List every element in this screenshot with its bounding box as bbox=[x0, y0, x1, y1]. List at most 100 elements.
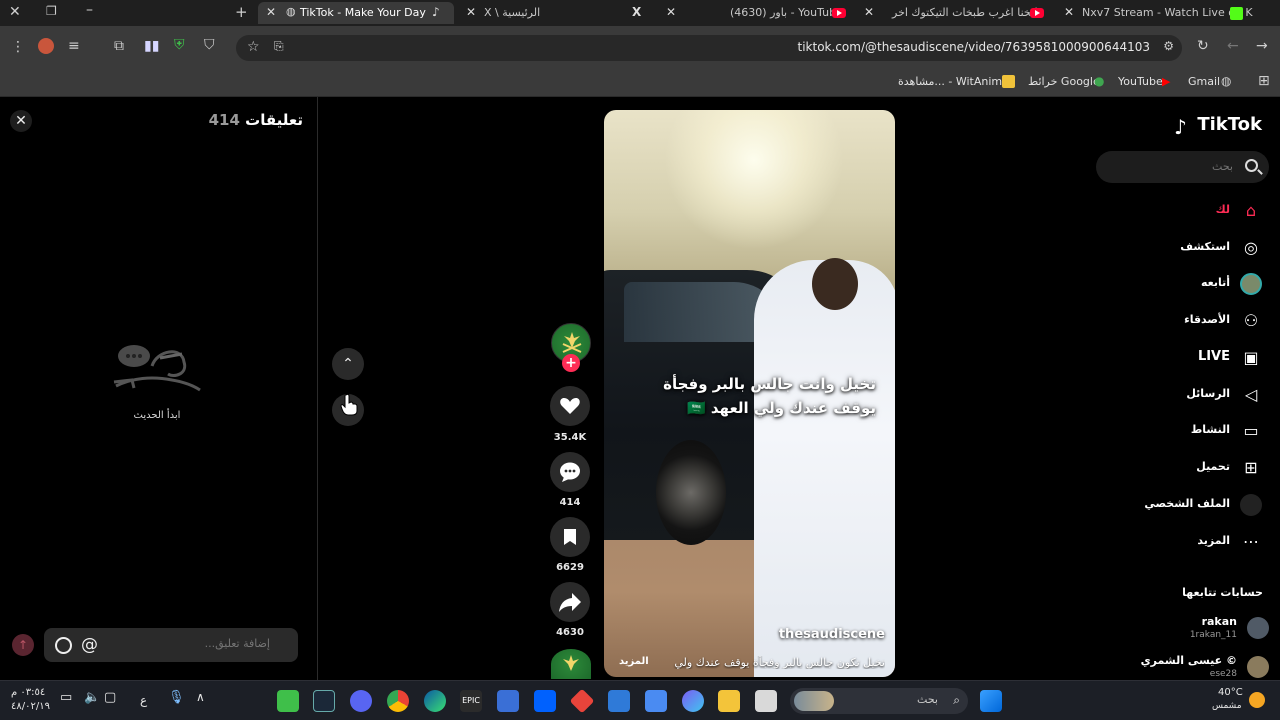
microphone-icon[interactable]: 🎙 bbox=[168, 690, 190, 712]
shield-icon[interactable]: ⛉ bbox=[204, 37, 215, 53]
tiktok-logo[interactable]: TikTok bbox=[1197, 114, 1262, 135]
address-bar[interactable]: ☆ ⎘ tiktok.com/@thesaudiscene/video/7639… bbox=[236, 35, 1182, 61]
save-button[interactable] bbox=[550, 517, 590, 557]
nav-profile[interactable]: الملف الشخصي bbox=[1094, 491, 1264, 521]
reload-icon[interactable]: ↻ bbox=[1197, 38, 1209, 54]
close-comments-button[interactable]: ✕ bbox=[10, 110, 32, 132]
close-tab-icon[interactable]: ✕ bbox=[1064, 5, 1074, 19]
nav-label: تحميل bbox=[1196, 460, 1230, 473]
back-icon[interactable]: → bbox=[1256, 38, 1268, 54]
previous-video-button[interactable]: ⌃ bbox=[332, 348, 364, 380]
search-input[interactable] bbox=[1113, 160, 1233, 173]
nav-for-you[interactable]: ⌂ لك bbox=[1094, 197, 1264, 227]
extensions-puzzle-icon[interactable]: ⧉ bbox=[114, 38, 124, 54]
comment-button[interactable] bbox=[550, 452, 590, 492]
weather-temp[interactable]: 40°C bbox=[1218, 687, 1243, 698]
youtube-favicon-icon bbox=[1030, 8, 1044, 18]
discord-icon[interactable] bbox=[350, 690, 372, 712]
like-button[interactable] bbox=[550, 386, 590, 426]
minimize-window-icon[interactable]: – bbox=[86, 2, 93, 18]
restore-window-icon[interactable]: ❐ bbox=[46, 4, 57, 18]
tab-tiktok[interactable]: ✕ TikTok - Make Your Day ◍ ♪ bbox=[258, 2, 454, 24]
app-icon[interactable] bbox=[569, 688, 595, 714]
menu-dots-icon[interactable]: ⋮ bbox=[11, 39, 25, 55]
tab-title: (4630) باور - YouTube bbox=[730, 6, 843, 19]
tab-x[interactable]: ✕ X \ الرئيسية X bbox=[458, 2, 654, 24]
taskbar-search[interactable]: بحث ⌕ bbox=[790, 688, 968, 714]
extension-icon[interactable] bbox=[38, 38, 54, 54]
video-player[interactable]: تخيل وانت جالس بالبر وفجأة يوقف عندك ولي… bbox=[604, 110, 895, 677]
comments-title-label: تعليقات bbox=[245, 111, 303, 129]
follow-button[interactable]: + bbox=[562, 354, 580, 372]
file-explorer-icon[interactable] bbox=[718, 690, 740, 712]
share-button[interactable] bbox=[550, 582, 590, 622]
emoji-icon[interactable] bbox=[55, 637, 72, 654]
bookmark-youtube[interactable]: YouTube bbox=[1118, 75, 1163, 88]
tab-youtube-2[interactable]: ✕ طبخنا اغرب طبخات التيكتوك اخر bbox=[858, 2, 1054, 24]
following-account-rakan[interactable]: rakan 1rakan_11 bbox=[1089, 615, 1269, 645]
mention-icon[interactable]: @ bbox=[81, 635, 98, 655]
extension-icon[interactable]: ▮▮ bbox=[144, 38, 159, 54]
media-control-icon[interactable]: ≡ bbox=[68, 38, 80, 54]
app-icon[interactable] bbox=[755, 690, 777, 712]
witanime-icon bbox=[1002, 75, 1015, 88]
network-icon[interactable]: ▢ bbox=[104, 690, 126, 712]
sun-icon[interactable] bbox=[1249, 692, 1265, 708]
apps-grid-icon[interactable]: ⊞ bbox=[1258, 73, 1270, 89]
tab-kick[interactable]: ✕ Nxv7 Stream - Watch Live on K bbox=[1058, 2, 1254, 24]
video-description: تخيل تكون جالس بالبر وفجأة يوقف عندك ولي bbox=[674, 656, 885, 669]
nav-following[interactable]: أتابعه bbox=[1094, 270, 1264, 300]
epic-games-icon[interactable]: EPIC bbox=[460, 690, 482, 712]
weather-desc[interactable]: مشمس bbox=[1212, 701, 1242, 711]
forward-icon[interactable]: ← bbox=[1227, 38, 1239, 54]
messages-icon: ◁ bbox=[1244, 385, 1258, 404]
bookmark-star-icon[interactable]: ☆ bbox=[247, 39, 260, 55]
dropbox-icon[interactable] bbox=[534, 690, 556, 712]
clock-time[interactable]: ٠٣:٥٤ م bbox=[11, 687, 45, 698]
close-tab-icon[interactable]: ✕ bbox=[266, 5, 276, 19]
tray-chevron-icon[interactable]: ∧ bbox=[196, 690, 218, 712]
app-icon[interactable] bbox=[277, 690, 299, 712]
volume-icon[interactable]: 🔈 bbox=[84, 690, 106, 712]
steam-icon[interactable] bbox=[313, 690, 335, 712]
nav-more[interactable]: ⋯ المزيد bbox=[1094, 528, 1264, 558]
bookmark-witanime[interactable]: مشاهدة... - WitAnime bbox=[898, 75, 1009, 88]
chrome-icon[interactable] bbox=[387, 690, 409, 712]
windows-start-icon[interactable] bbox=[980, 690, 1002, 712]
app-icon[interactable] bbox=[608, 690, 630, 712]
clock-date[interactable]: ٤٨/٠٢/١٩ bbox=[11, 701, 50, 712]
close-tab-icon[interactable]: ✕ bbox=[466, 5, 476, 19]
video-more-button[interactable]: المزيد bbox=[619, 656, 649, 667]
nav-live[interactable]: ▣ LIVE bbox=[1094, 344, 1264, 374]
bookmark-gmail[interactable]: Gmail bbox=[1188, 75, 1220, 88]
store-icon[interactable] bbox=[645, 690, 667, 712]
shield-check-icon[interactable]: ⛨ bbox=[174, 37, 185, 53]
comment-input[interactable] bbox=[120, 637, 270, 650]
search-icon[interactable] bbox=[1245, 159, 1258, 172]
bookmark-google-maps[interactable]: خرائط Google bbox=[1028, 75, 1100, 88]
url-text[interactable]: tiktok.com/@thesaudiscene/video/76395810… bbox=[798, 40, 1150, 54]
edge-icon[interactable] bbox=[424, 690, 446, 712]
video-author[interactable]: thesaudiscene bbox=[779, 627, 885, 642]
nav-messages[interactable]: ◁ الرسائل bbox=[1094, 381, 1264, 411]
nav-upload[interactable]: ⊞ تحميل bbox=[1094, 454, 1264, 484]
nav-activity[interactable]: ▭ النشاط bbox=[1094, 417, 1264, 447]
post-comment-button[interactable]: ↑ bbox=[12, 634, 34, 656]
nav-label: الملف الشخصي bbox=[1144, 497, 1230, 510]
close-tab-icon[interactable]: ✕ bbox=[666, 5, 676, 19]
nav-friends[interactable]: ⚇ الأصدقاء bbox=[1094, 307, 1264, 337]
language-indicator[interactable]: ع bbox=[140, 693, 147, 707]
site-settings-icon[interactable]: ⚙ bbox=[1163, 39, 1174, 53]
tab-youtube-1[interactable]: ✕ (4630) باور - YouTube bbox=[658, 2, 854, 24]
search-icon: ⌕ bbox=[953, 693, 960, 707]
new-tab-icon[interactable]: + bbox=[235, 3, 248, 21]
next-creator-avatar[interactable] bbox=[551, 649, 591, 679]
copilot-icon[interactable] bbox=[682, 690, 704, 712]
app-icon[interactable] bbox=[497, 690, 519, 712]
close-window-icon[interactable]: ✕ bbox=[9, 4, 21, 20]
nav-explore[interactable]: ◎ استكشف bbox=[1094, 234, 1264, 264]
battery-icon[interactable]: ▭ bbox=[60, 690, 82, 712]
bookmark-icon bbox=[564, 529, 576, 545]
translate-icon[interactable]: ⎘ bbox=[274, 39, 284, 54]
close-tab-icon[interactable]: ✕ bbox=[864, 5, 874, 19]
